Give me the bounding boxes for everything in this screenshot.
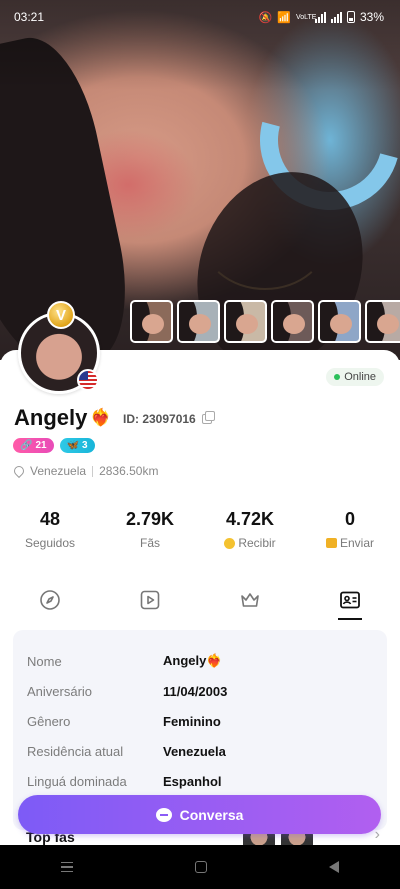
photo-thumbnail[interactable] — [318, 300, 361, 343]
photo-thumbnail[interactable] — [177, 300, 220, 343]
home-icon[interactable] — [195, 861, 207, 873]
user-id-text: ID: 23097016 — [123, 412, 196, 426]
level-badges: 🔗 21 🦋 3 — [13, 438, 95, 453]
signal-icon-2 — [330, 11, 342, 23]
stat-received[interactable]: 4.72K Recibir — [200, 509, 300, 550]
chat-icon — [155, 807, 172, 822]
system-nav-bar — [0, 845, 400, 889]
stat-label: Fãs — [139, 536, 160, 550]
info-row: Nome Angely❤️‍🔥 — [13, 646, 387, 676]
tab-videos[interactable] — [100, 588, 200, 622]
info-value: 11/04/2003 — [163, 683, 228, 699]
status-icons: 🔕 📶 VoLTE 33% — [259, 10, 384, 24]
location-pin-icon — [11, 463, 27, 479]
stat-label: Seguidos — [24, 536, 76, 550]
photo-thumbnail[interactable] — [130, 300, 173, 343]
profile-tabs — [0, 588, 400, 622]
wealth-level-value: 21 — [35, 440, 47, 451]
recent-apps-icon[interactable] — [61, 862, 73, 872]
stat-label: Recibir — [238, 536, 276, 550]
status-time: 03:21 — [14, 10, 45, 24]
location-text: Venezuela — [30, 464, 87, 478]
profile-name: Angely ❤️‍🔥 — [14, 405, 112, 431]
online-status-badge: Online — [326, 368, 384, 386]
tab-moments[interactable] — [0, 588, 100, 622]
online-label: Online — [344, 371, 376, 383]
wealth-level-badge: 🔗 21 — [13, 438, 54, 453]
info-row: Aniversário 11/04/2003 — [13, 676, 387, 706]
info-value: Venezuela — [163, 743, 226, 759]
stat-value: 48 — [39, 509, 61, 529]
link-icon: 🔗 — [20, 440, 33, 451]
profile-name-text: Angely — [14, 405, 88, 430]
chat-button[interactable]: Conversa — [18, 795, 381, 834]
video-icon — [140, 590, 160, 610]
info-value: Angely❤️‍🔥 — [163, 653, 223, 668]
heart-fire-emoji: ❤️‍🔥 — [90, 408, 112, 427]
network-label: VoLTE — [295, 13, 317, 21]
stat-fans[interactable]: 2.79K Fãs — [100, 509, 200, 550]
info-row: Gênero Feminino — [13, 706, 387, 736]
stat-label: Enviar — [339, 536, 374, 550]
profile-card-icon — [340, 591, 360, 609]
info-value: Espanhol — [163, 773, 222, 789]
photo-thumbnail[interactable] — [224, 300, 267, 343]
info-key: Residência atual — [27, 743, 124, 759]
info-key: Gênero — [27, 713, 71, 729]
stat-value: 4.72K — [225, 509, 275, 529]
battery-icon — [346, 11, 355, 23]
info-key: Linguá dominada — [27, 773, 127, 789]
back-icon[interactable] — [329, 861, 339, 873]
active-tab-indicator — [338, 618, 362, 620]
signal-icon — [314, 11, 326, 23]
stat-value: 0 — [344, 509, 355, 529]
charm-level-badge: 🦋 3 — [59, 438, 95, 453]
user-id: ID: 23097016 — [123, 411, 215, 426]
compass-icon — [40, 590, 60, 610]
online-dot-icon — [334, 374, 341, 380]
info-key: Nome — [27, 653, 62, 669]
mute-icon: 🔕 — [258, 11, 273, 24]
copy-icon[interactable] — [201, 411, 215, 424]
stat-value: 2.79K — [125, 509, 175, 529]
photo-thumbnails — [130, 300, 400, 343]
crown-icon — [241, 593, 259, 607]
vip-badge-icon: V — [47, 301, 75, 329]
stats-row: 48 Seguidos 2.79K Fãs 4.72K Recibir 0 En… — [0, 509, 400, 550]
photo-thumbnail[interactable] — [271, 300, 314, 343]
info-key: Aniversário — [27, 683, 93, 699]
status-bar: 03:21 🔕 📶 VoLTE 33% — [0, 0, 400, 34]
coin-icon — [224, 537, 236, 549]
charm-level-value: 3 — [82, 440, 88, 451]
info-value: Feminino — [163, 713, 221, 729]
info-row: Residência atual Venezuela — [13, 736, 387, 766]
butterfly-icon: 🦋 — [66, 440, 80, 451]
distance-text: 2836.50km — [99, 464, 159, 478]
us-flag-icon — [77, 369, 99, 391]
chevron-right-icon: › — [374, 826, 380, 843]
wifi-icon: 📶 — [277, 11, 291, 24]
divider — [92, 465, 94, 477]
tab-gifts[interactable] — [200, 588, 300, 622]
stat-sent[interactable]: 0 Enviar — [300, 509, 400, 550]
stat-following[interactable]: 48 Seguidos — [0, 509, 100, 550]
photo-thumbnail[interactable] — [365, 300, 400, 343]
battery-level: 33% — [359, 10, 384, 24]
info-row: Linguá dominada Espanhol — [13, 766, 387, 796]
gift-icon — [325, 538, 337, 548]
location-row: Venezuela 2836.50km — [11, 463, 159, 479]
tab-profile-info[interactable] — [300, 588, 400, 622]
chat-button-label: Conversa — [179, 806, 244, 823]
